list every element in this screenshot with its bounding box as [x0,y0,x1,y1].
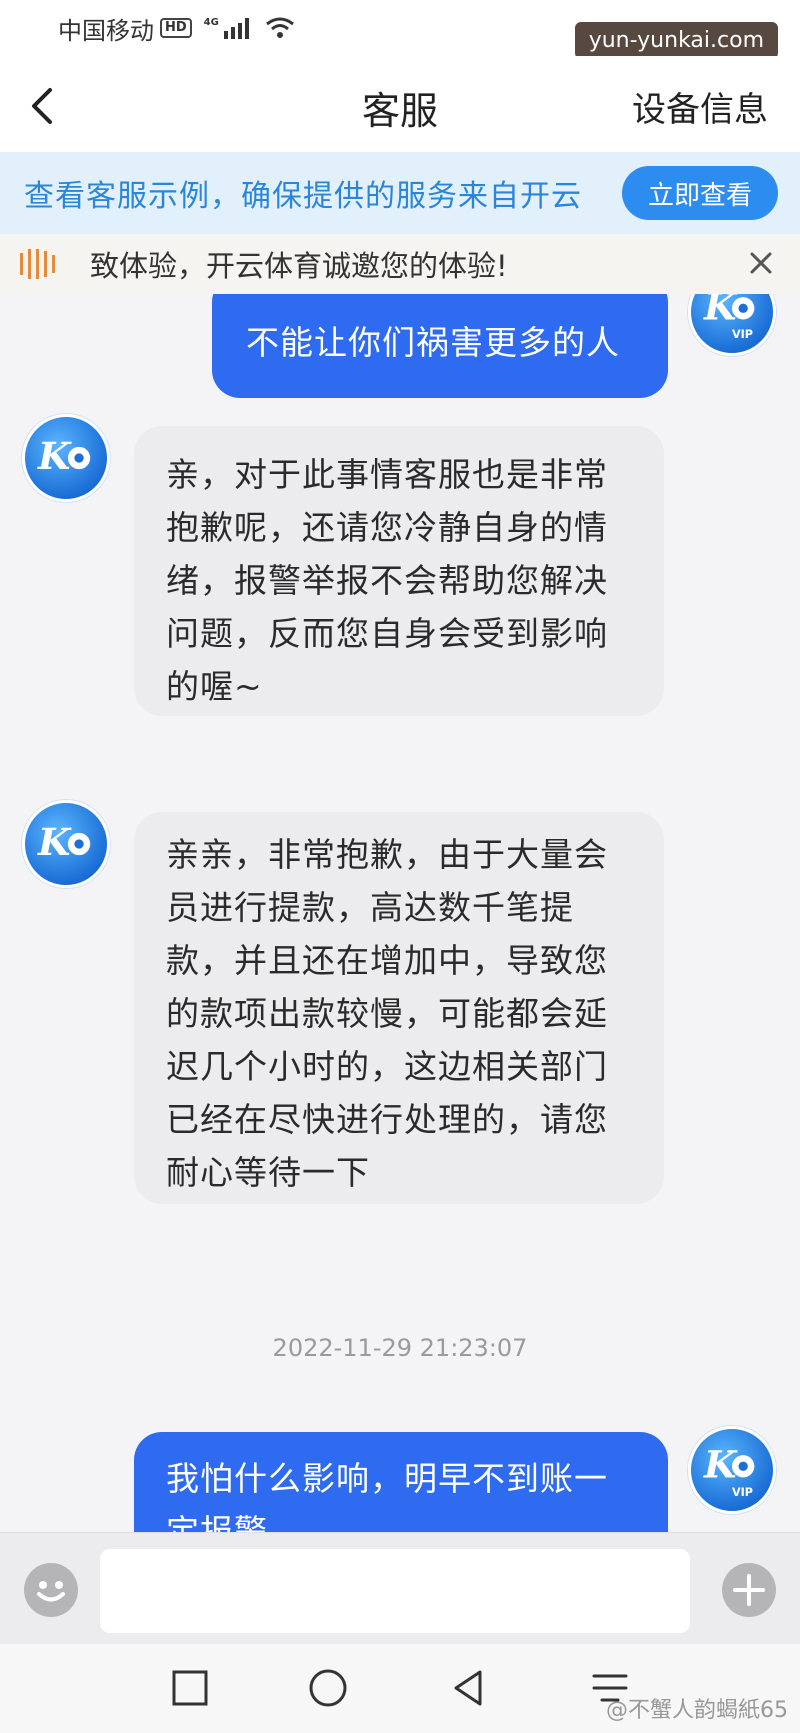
k-logo-icon: K VIP [703,294,755,341]
marquee-text: 致体验，开云体育诚邀您的体验! [90,249,508,283]
hd-badge: HD [160,18,192,38]
k-logo-icon: K [37,434,91,478]
message-line: 抱歉呢，还请您冷静自身的情 [166,508,608,547]
message-line: 绪，报警举报不会帮助您解决 [166,561,608,600]
message-line: 迟几个小时的，这边相关部门 [166,1047,608,1086]
svg-text:K: K [37,820,72,864]
k-logo-icon: K [37,820,91,864]
message-line: 亲亲，非常抱歉，由于大量会 [166,835,608,874]
timestamp: 2022-11-29 21:23:07 [272,1334,528,1362]
message-line: 款，并且还在增加中，导致您 [166,941,608,980]
svg-text:K: K [37,434,72,478]
network-type: 4G [203,17,219,28]
agent-avatar: K [22,800,110,888]
wifi-icon [265,17,294,38]
message-line: 问题，反而您自身会受到影响 [166,614,608,653]
watermark-badge: yun-yunkai.com [574,22,778,59]
plus-icon[interactable] [722,1563,776,1617]
system-nav-bar: @不蟹人韵蝎紙65 [0,1644,800,1733]
notice-text: 查看客服示例，确保提供的服务来自开云 [24,179,582,214]
message-bubble-agent[interactable]: 亲亲，非常抱歉，由于大量会 员进行提款，高达数千笔提 款，并且还在增加中，导致您… [134,812,664,1204]
message-line: 不能让你们祸害更多的人 [246,323,620,362]
message-bubble-user[interactable]: 不能让你们祸害更多的人 [212,294,668,398]
message-line: 定报警 [166,1512,268,1532]
user-avatar: K VIP [688,294,776,356]
message-line: 我怕什么影响，明早不到账一 [166,1459,608,1498]
vip-label: VIP [732,1486,753,1499]
sys-watermark: @不蟹人韵蝎紙65 [606,1698,788,1723]
triangle-back-icon[interactable] [446,1666,490,1710]
message-line: 已经在尽快进行处理的，请您 [166,1100,608,1139]
message-line: 的喔~ [166,667,263,706]
message-line: 的款项出款较慢，可能都会延 [166,994,608,1033]
vip-label: VIP [732,328,753,341]
square-icon[interactable] [168,1666,212,1710]
message-bubble-agent[interactable]: 亲，对于此事情客服也是非常 抱歉呢，还请您冷静自身的情 绪，报警举报不会帮助您解… [134,426,664,716]
message-input[interactable] [100,1549,690,1633]
carrier-name: 中国移动 [58,16,154,45]
k-logo-icon: K VIP [703,1442,755,1499]
message-line: 亲，对于此事情客服也是非常 [166,455,608,494]
signal-icon: 4G [204,17,249,39]
message-line: 员进行提款，高达数千笔提 [166,888,574,927]
composer-bar [0,1532,800,1644]
marquee-bar: 致体验，开云体育诚邀您的体验! [0,234,800,294]
agent-avatar: K [22,414,110,502]
nav-bar: 客服 设备信息 [0,56,800,152]
close-icon[interactable] [746,248,776,278]
speaker-icon [20,249,64,279]
user-avatar: K VIP [688,1426,776,1514]
circle-icon[interactable] [306,1666,350,1710]
message-line: 耐心等待一下 [166,1153,370,1192]
device-info-button[interactable]: 设备信息 [632,82,768,131]
back-chevron-icon[interactable] [26,86,60,126]
carrier-info: 中国移动 HD 4G [58,11,295,46]
emoji-icon[interactable] [24,1563,78,1617]
chat-area[interactable]: K VIP 不能让你们祸害更多的人 K 亲，对于此事情客服也是非常 抱歉呢，还请… [0,294,800,1532]
notice-banner: 查看客服示例，确保提供的服务来自开云 立即查看 [0,152,800,234]
message-bubble-user[interactable]: 我怕什么影响，明早不到账一 定报警 [134,1432,668,1532]
view-now-button[interactable]: 立即查看 [622,166,778,220]
